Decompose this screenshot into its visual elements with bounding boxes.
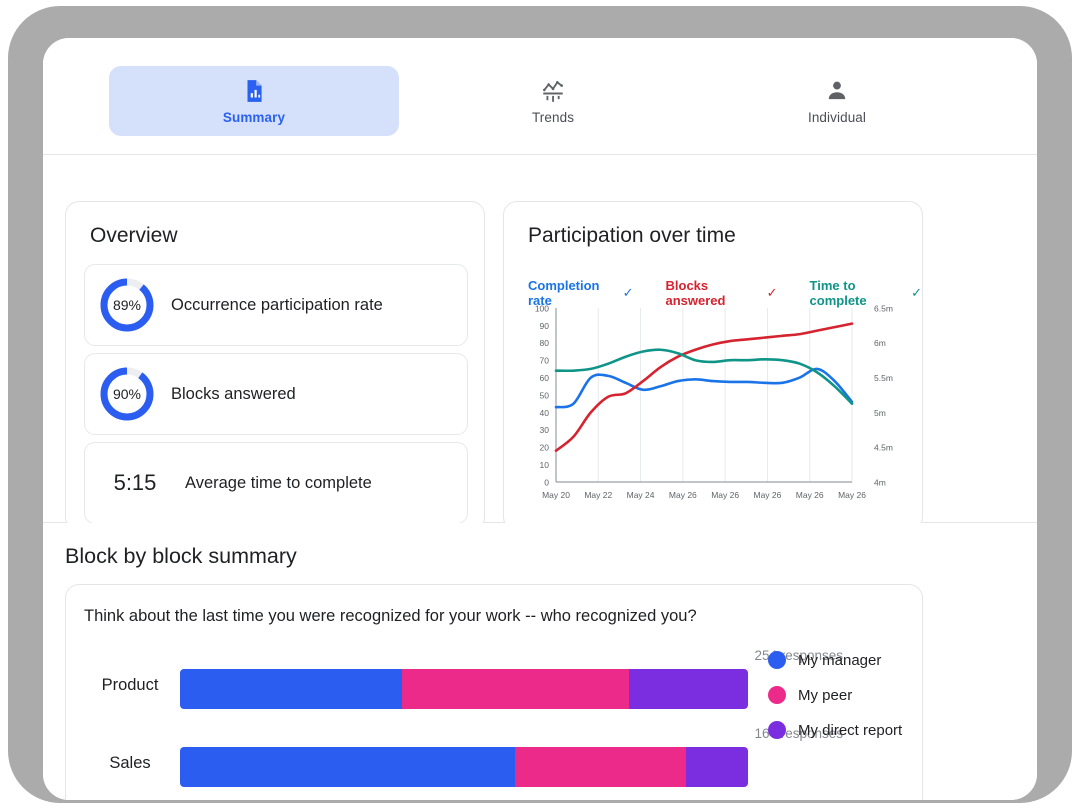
svg-text:20: 20 (540, 443, 550, 453)
upper-panels: Overview 89% Occurrence participation ra… (43, 155, 1037, 531)
legend-check-2: ✓ (911, 285, 923, 300)
svg-text:May 26: May 26 (711, 490, 739, 500)
bar-category-0: Product (101, 676, 159, 694)
legend-dot-my-direct-report (768, 721, 786, 739)
legend-check-0: ✓ (622, 285, 634, 300)
legend-label-my-peer: My peer (798, 686, 853, 704)
overview-title: Overview (90, 224, 178, 247)
question-text: Think about the last time you were recog… (84, 607, 697, 625)
svg-text:May 26: May 26 (753, 490, 781, 500)
svg-text:40: 40 (540, 408, 550, 418)
document-chart-icon (241, 78, 267, 104)
bar-segment-my-manager[interactable] (180, 747, 516, 787)
legend-label-my-manager: My manager (798, 651, 882, 669)
svg-text:70: 70 (540, 356, 550, 366)
svg-text:May 26: May 26 (796, 490, 824, 500)
svg-text:May 26: May 26 (838, 490, 866, 500)
legend-item-my-peer[interactable]: My peer (768, 686, 902, 704)
svg-text:0: 0 (544, 477, 549, 487)
metric-occurrence-participation-rate: 89% Occurrence participation rate (84, 264, 468, 346)
svg-text:100: 100 (535, 303, 549, 313)
legend-dot-my-peer (768, 686, 786, 704)
donut-value-1: 90% (112, 386, 142, 402)
bar-segment-my-direct-report[interactable] (628, 669, 748, 709)
svg-text:4.5m: 4.5m (874, 443, 893, 453)
svg-text:80: 80 (540, 338, 550, 348)
donut-chart-89: 89% (97, 275, 157, 335)
legend-label-my-direct-report: My direct report (798, 721, 903, 739)
line-chart-svg: 0 10 20 30 40 50 60 70 80 90 100 4m 4.5m 5m 5.5m 6m 6.5m… (535, 303, 893, 500)
metric-label-2: Average time to complete (185, 473, 372, 492)
participation-over-time-card: Participation over time Completion rate … (503, 201, 923, 531)
donut-value-0: 89% (112, 297, 142, 313)
svg-text:30: 30 (540, 425, 550, 435)
legend-item-my-direct-report[interactable]: My direct report (768, 721, 902, 739)
svg-text:May 20: May 20 (542, 490, 570, 500)
question-card: Think about the last time you were recog… (65, 584, 923, 800)
donut-chart-90: 90% (97, 364, 157, 424)
svg-text:10: 10 (540, 460, 550, 470)
metric-label-0: Occurrence participation rate (171, 295, 383, 314)
person-icon (824, 78, 850, 104)
block-summary-title: Block by block summary (65, 544, 297, 568)
svg-text:90: 90 (540, 321, 550, 331)
metric-blocks-answered: 90% Blocks answered (84, 353, 468, 435)
overview-card: Overview 89% Occurrence participation ra… (65, 201, 485, 531)
device-frame: Summary Trends Individual Overview 89% O… (8, 6, 1072, 803)
bar-segment-my-peer[interactable] (401, 669, 629, 709)
tab-trends[interactable]: Trends (473, 66, 633, 136)
svg-text:May 26: May 26 (669, 490, 697, 500)
tab-individual[interactable]: Individual (757, 66, 917, 136)
bar-segment-my-manager[interactable] (180, 669, 402, 709)
metric-average-time-to-complete: 5:15 Average time to complete (84, 442, 468, 524)
trends-icon (540, 78, 566, 104)
svg-text:6m: 6m (874, 338, 886, 348)
tab-summary-label: Summary (222, 109, 286, 125)
bar-segment-my-peer[interactable] (515, 747, 686, 787)
metric-label-1: Blocks answered (171, 384, 296, 403)
participation-title: Participation over time (528, 224, 736, 247)
tab-trends-label: Trends (531, 109, 575, 125)
svg-text:May 22: May 22 (584, 490, 612, 500)
tab-bar: Summary Trends Individual (43, 38, 1037, 155)
tab-summary[interactable]: Summary (109, 66, 399, 136)
bar-segment-my-direct-report[interactable] (685, 747, 748, 787)
stacked-bar-1[interactable] (180, 747, 748, 787)
svg-text:50: 50 (540, 390, 550, 400)
participation-line-chart: 0 10 20 30 40 50 60 70 80 90 100 4m 4.5m 5m 5.5m 6m 6.5m… (512, 300, 916, 520)
device-screen: Summary Trends Individual Overview 89% O… (43, 38, 1037, 800)
block-by-block-section: Block by block summary Think about the l… (43, 523, 1037, 800)
metric-value-2: 5:15 (113, 470, 157, 495)
legend-dot-my-manager (768, 651, 786, 669)
svg-text:May 24: May 24 (627, 490, 655, 500)
svg-text:5.5m: 5.5m (874, 373, 893, 383)
bar-category-1: Sales (109, 754, 151, 772)
legend-item-my-manager[interactable]: My manager (768, 651, 902, 669)
tab-individual-label: Individual (807, 109, 867, 125)
stacked-bar-0[interactable] (180, 669, 748, 709)
legend-check-1: ✓ (766, 285, 778, 300)
svg-text:5m: 5m (874, 408, 886, 418)
svg-text:6.5m: 6.5m (874, 303, 893, 313)
block-legend: My manager My peer My direct report (768, 651, 902, 739)
svg-text:4m: 4m (874, 477, 886, 487)
svg-text:60: 60 (540, 373, 550, 383)
